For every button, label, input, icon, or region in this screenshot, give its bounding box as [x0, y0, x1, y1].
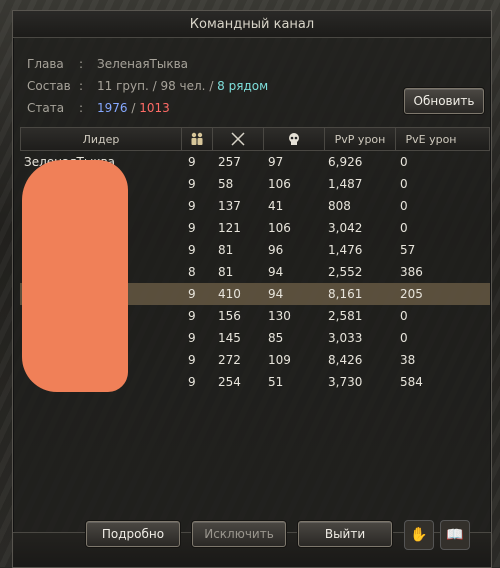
- cell-pvp: 6,926: [328, 155, 363, 169]
- group-icon[interactable]: [182, 128, 213, 150]
- cell-pve: 0: [400, 177, 408, 191]
- composition-sep: /: [205, 79, 218, 93]
- crossed-swords-icon[interactable]: [213, 128, 264, 150]
- channel-info: Глава : ЗеленаяТыква Состав : 11 груп. /…: [27, 53, 268, 119]
- cell-deaths: 106: [268, 221, 291, 235]
- stats-value: 1976 / 1013: [97, 101, 170, 115]
- cell-kills: 145: [218, 331, 241, 345]
- cell-pvp: 2,552: [328, 265, 363, 279]
- cell-group: 9: [188, 155, 196, 169]
- refresh-button[interactable]: Обновить: [404, 88, 484, 114]
- colon: :: [79, 79, 84, 93]
- header-pve-damage[interactable]: PvE урон: [396, 128, 466, 150]
- table-header: Лидер PvP урон PvE урон: [20, 127, 490, 151]
- cell-pve: 0: [400, 199, 408, 213]
- cell-group: 9: [188, 375, 196, 389]
- cell-pvp: 8,161: [328, 287, 363, 301]
- cell-kills: 58: [218, 177, 234, 191]
- cell-deaths: 130: [268, 309, 291, 323]
- cell-kills: 257: [218, 155, 241, 169]
- cell-kills: 410: [218, 287, 241, 301]
- cell-pve: 38: [400, 353, 416, 367]
- leader-value: ЗеленаяТыква: [97, 57, 189, 71]
- cell-deaths: 96: [268, 243, 284, 257]
- cell-group: 9: [188, 331, 196, 345]
- details-button[interactable]: Подробно: [86, 521, 180, 547]
- cell-deaths: 51: [268, 375, 284, 389]
- hand-icon[interactable]: ✋: [404, 520, 434, 550]
- cell-deaths: 97: [268, 155, 284, 169]
- cell-pve: 386: [400, 265, 423, 279]
- cell-group: 9: [188, 309, 196, 323]
- cell-kills: 81: [218, 265, 234, 279]
- cell-pve: 0: [400, 309, 408, 323]
- cell-kills: 121: [218, 221, 241, 235]
- cell-pve: 0: [400, 221, 408, 235]
- composition-row: Состав : 11 груп. / 98 чел. / 8 рядом: [27, 75, 268, 97]
- cell-pvp: 1,476: [328, 243, 363, 257]
- exclude-button[interactable]: Исключить: [192, 521, 286, 547]
- header-leader[interactable]: Лидер: [21, 128, 182, 150]
- cell-kills: 81: [218, 243, 234, 257]
- composition-groups: 11 груп.: [97, 79, 149, 93]
- cell-kills: 137: [218, 199, 241, 213]
- cell-deaths: 106: [268, 177, 291, 191]
- composition-nearby: 8 рядом: [217, 79, 269, 93]
- cell-deaths: 94: [268, 287, 284, 301]
- cell-group: 9: [188, 221, 196, 235]
- stats-sep: /: [127, 101, 140, 115]
- cell-pvp: 1,487: [328, 177, 363, 191]
- cell-group: 9: [188, 353, 196, 367]
- cell-pve: 57: [400, 243, 416, 257]
- book-icon[interactable]: 📖: [440, 520, 470, 550]
- redaction-mark: [30, 168, 124, 198]
- window-title: Командный канал: [189, 16, 315, 32]
- cell-group: 9: [188, 177, 196, 191]
- cell-pve: 584: [400, 375, 423, 389]
- colon: :: [79, 57, 84, 71]
- cell-group: 8: [188, 265, 196, 279]
- colon: :: [79, 101, 84, 115]
- leader-label: Глава: [27, 57, 64, 71]
- composition-members: 98 чел.: [160, 79, 206, 93]
- stats-deaths: 1013: [139, 101, 170, 115]
- cell-kills: 272: [218, 353, 241, 367]
- stats-row: Стата : 1976 / 1013: [27, 97, 268, 119]
- cell-deaths: 85: [268, 331, 284, 345]
- cell-deaths: 109: [268, 353, 291, 367]
- cell-kills: 156: [218, 309, 241, 323]
- cell-pvp: 3,042: [328, 221, 363, 235]
- cell-kills: 254: [218, 375, 241, 389]
- composition-value: 11 груп. / 98 чел. / 8 рядом: [97, 79, 268, 93]
- cell-deaths: 94: [268, 265, 284, 279]
- window-titlebar[interactable]: Командный канал: [13, 11, 491, 38]
- cell-pvp: 3,033: [328, 331, 363, 345]
- cell-pve: 0: [400, 331, 408, 345]
- cell-group: 9: [188, 199, 196, 213]
- stats-label: Стата: [27, 101, 65, 115]
- cell-pve: 205: [400, 287, 423, 301]
- cell-pvp: 3,730: [328, 375, 363, 389]
- cell-group: 9: [188, 243, 196, 257]
- composition-sep: /: [148, 79, 161, 93]
- leader-row: Глава : ЗеленаяТыква: [27, 53, 268, 75]
- skull-icon[interactable]: [264, 128, 325, 150]
- cell-deaths: 41: [268, 199, 284, 213]
- composition-label: Состав: [27, 79, 71, 93]
- cell-pvp: 808: [328, 199, 351, 213]
- cell-pvp: 2,581: [328, 309, 363, 323]
- stats-kills: 1976: [97, 101, 128, 115]
- exit-button[interactable]: Выйти: [298, 521, 392, 547]
- cell-pvp: 8,426: [328, 353, 363, 367]
- header-pvp-damage[interactable]: PvP урон: [325, 128, 396, 150]
- cell-pve: 0: [400, 155, 408, 169]
- cell-group: 9: [188, 287, 196, 301]
